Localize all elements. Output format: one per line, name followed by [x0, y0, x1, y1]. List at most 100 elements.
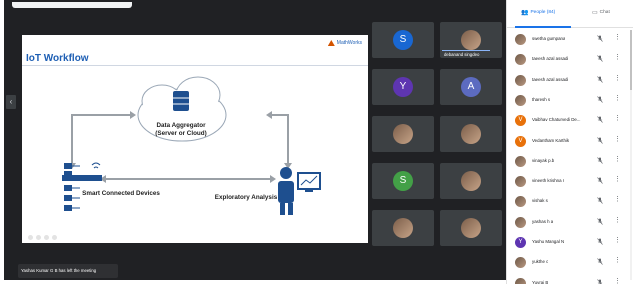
list-item[interactable]: swetha gumpana ⋮: [507, 30, 633, 50]
avatar: V: [515, 135, 526, 147]
list-item[interactable]: V Vaibhav Chaturvedi De... ⋮: [507, 111, 633, 131]
more-vert-icon[interactable]: ⋮: [614, 217, 621, 225]
list-item[interactable]: Yuvraj B ⋮: [507, 274, 633, 284]
mic-off-icon[interactable]: [597, 75, 603, 85]
list-item[interactable]: taeesh azal assadi ⋮: [507, 71, 633, 91]
mic-off-icon[interactable]: [597, 157, 603, 166]
mic-off-icon[interactable]: [597, 197, 603, 206]
toolbar-dot[interactable]: [44, 235, 49, 240]
more-vert-icon[interactable]: ⋮: [614, 156, 621, 164]
participant-name: Vedantham Karthik: [532, 137, 570, 143]
devices-label: Smart Connected Devices: [82, 190, 160, 197]
avatar: [515, 176, 526, 188]
participant-name: Yuvraj B: [532, 279, 549, 284]
avatar: [461, 171, 481, 191]
participant-tile[interactable]: A: [440, 69, 502, 105]
participant-name: vineeth krishna r: [532, 178, 565, 184]
mic-off-icon[interactable]: [597, 136, 603, 146]
participant-grid: Sdebanand singdeo Y A S: [372, 22, 504, 258]
more-vert-icon[interactable]: ⋮: [614, 136, 621, 144]
tab-chat[interactable]: ▭ Chat: [592, 9, 610, 16]
avatar: A: [461, 77, 481, 97]
participant-tile[interactable]: [372, 210, 434, 246]
toolbar-dot[interactable]: [28, 235, 33, 240]
avatar: [461, 30, 481, 50]
list-item[interactable]: V Vedantham Karthik ⋮: [507, 132, 633, 152]
scrollbar-thumb[interactable]: [630, 30, 632, 90]
more-vert-icon[interactable]: ⋮: [614, 196, 621, 204]
list-item[interactable]: vishak s ⋮: [507, 192, 633, 212]
analyst-icon: [278, 167, 321, 215]
list-item[interactable]: yashas h a ⋮: [507, 213, 633, 233]
mic-off-icon[interactable]: [597, 116, 603, 125]
slide-toolbar: [28, 235, 57, 240]
toolbar-dot[interactable]: [36, 235, 41, 240]
list-item[interactable]: yukthe c ⋮: [507, 253, 633, 273]
participant-tile[interactable]: S: [372, 163, 434, 199]
participant-tile[interactable]: S: [372, 22, 434, 58]
participant-tile[interactable]: [440, 163, 502, 199]
more-vert-icon[interactable]: ⋮: [614, 54, 621, 62]
panel-tabs: 👥 People (84) ▭ Chat: [507, 0, 633, 28]
participant-name: tharesh s: [532, 96, 551, 102]
chevron-left-icon[interactable]: ‹: [6, 95, 16, 109]
avatar: V: [515, 115, 526, 127]
top-strip: [4, 0, 506, 18]
avatar: [515, 94, 526, 106]
list-item[interactable]: vineeth krishna r ⋮: [507, 172, 633, 192]
more-vert-icon[interactable]: ⋮: [614, 34, 621, 42]
participant-name: yashas h a: [532, 218, 554, 224]
more-vert-icon[interactable]: ⋮: [614, 95, 621, 103]
list-item[interactable]: vinayak p.b ⋮: [507, 152, 633, 172]
top-peek-bar: [12, 2, 132, 8]
cloud-label-line1: Data Aggregator: [156, 122, 206, 129]
more-vert-icon[interactable]: ⋮: [614, 75, 621, 83]
analysis-label: Exploratory Analysis: [214, 194, 278, 201]
participant-tile[interactable]: Y: [372, 69, 434, 105]
avatar: S: [393, 171, 413, 191]
avatar: [515, 34, 526, 45]
participant-name: Vaibhav Chaturvedi De...: [532, 117, 581, 123]
avatar: Y: [515, 237, 526, 248]
tab-people[interactable]: 👥 People (84): [521, 9, 555, 16]
devices-icon: [62, 162, 102, 211]
avatar: [393, 218, 413, 238]
list-item[interactable]: tharesh s ⋮: [507, 91, 633, 111]
speaking-indicator: [442, 50, 490, 51]
participant-name: vishak s: [532, 198, 548, 204]
list-item[interactable]: Y Yashu Mangal N ⋮: [507, 233, 633, 253]
participant-tile[interactable]: [372, 116, 434, 152]
participant-tile[interactable]: [440, 116, 502, 152]
mic-off-icon[interactable]: [597, 258, 603, 267]
avatar: [515, 74, 526, 86]
people-icon: 👥: [521, 10, 529, 16]
avatar: [461, 124, 481, 144]
participant-tile[interactable]: [440, 210, 502, 246]
people-panel: 👥 People (84) ▭ Chat swetha gumpana ⋮ taee…: [506, 0, 633, 284]
avatar: [515, 54, 526, 66]
more-vert-icon[interactable]: ⋮: [614, 115, 621, 123]
participant-scrollbar[interactable]: [630, 30, 632, 280]
tab-people-label: People (84): [530, 10, 556, 15]
mic-off-icon[interactable]: [597, 96, 603, 105]
more-vert-icon[interactable]: ⋮: [614, 176, 621, 184]
participant-name: vinayak p.b: [532, 157, 555, 163]
cloud-label-line2: (Server or Cloud): [155, 130, 207, 137]
more-vert-icon[interactable]: ⋮: [614, 278, 621, 284]
mic-off-icon[interactable]: [597, 55, 603, 64]
mic-off-icon[interactable]: [597, 35, 603, 44]
mic-off-icon[interactable]: [597, 238, 603, 247]
mic-off-icon[interactable]: [597, 278, 603, 284]
participant-name: Yashu Mangal N: [532, 239, 565, 244]
meet-window: ‹ IoT Workflow MathWorks Data Aggregator…: [0, 0, 633, 284]
participant-name: swetha gumpana: [532, 36, 566, 41]
more-vert-icon[interactable]: ⋮: [614, 237, 621, 245]
presentation-slide: IoT Workflow MathWorks Data Aggregator (…: [22, 35, 368, 243]
participant-tile[interactable]: debanand singdeo: [440, 22, 502, 58]
mic-off-icon[interactable]: [597, 217, 603, 227]
mic-off-icon[interactable]: [597, 177, 603, 186]
list-item[interactable]: taeesh azal assadi ⋮: [507, 50, 633, 70]
more-vert-icon[interactable]: ⋮: [614, 257, 621, 265]
left-meeting-toast: Yashas Kumar G B has left the meeting: [18, 264, 118, 278]
toolbar-dot[interactable]: [52, 235, 57, 240]
